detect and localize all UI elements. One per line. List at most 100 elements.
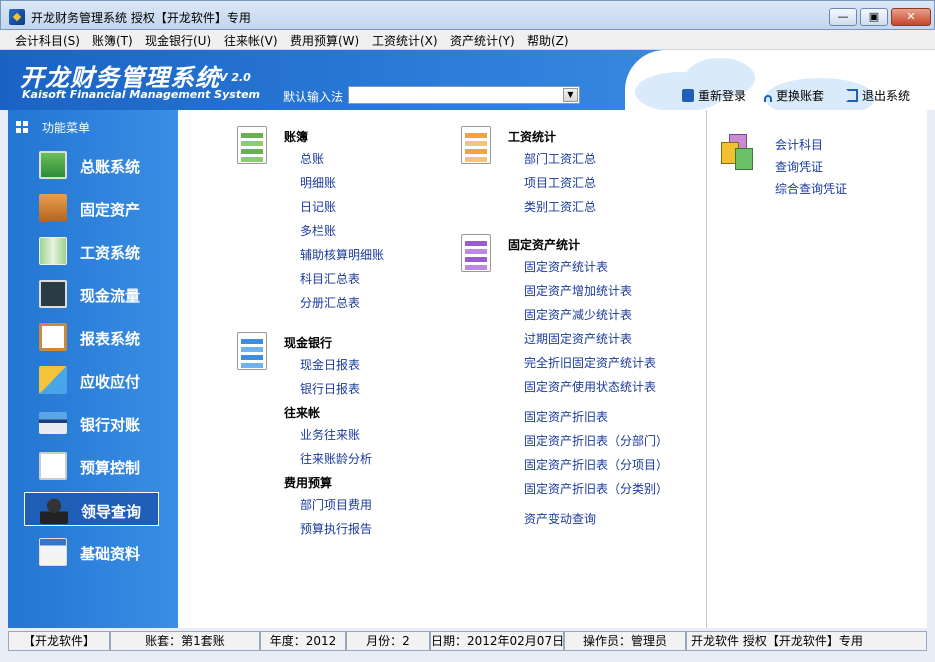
menu-bar: 会计科目(S) 账簿(T) 现金银行(U) 往来帐(V) 费用预算(W) 工资统… (0, 30, 935, 50)
close-button[interactable]: ✕ (891, 8, 931, 26)
receivable-icon (39, 366, 67, 394)
window-title: 开龙财务管理系统 授权【开龙软件】专用 (31, 11, 251, 25)
menu-arap[interactable]: 往来帐(V) (224, 32, 278, 49)
link-asset-expired[interactable]: 过期固定资产统计表 (524, 330, 632, 347)
link-subject-summary[interactable]: 科目汇总表 (300, 270, 360, 287)
main-panel: 账簿 总账 明细账 日记账 多栏账 辅助核算明细账 科目汇总表 分册汇总表 现金… (178, 110, 706, 628)
status-account-set: 账套：第1套账 (110, 631, 260, 651)
leader-query-icon (40, 496, 68, 524)
cabinet-icon (39, 194, 67, 222)
sidebar-item-general-ledger[interactable]: 总账系统 (24, 148, 159, 182)
brand-english: Kaisoft Financial Management System (22, 88, 260, 101)
link-account-subjects[interactable]: 会计科目 (775, 136, 823, 153)
base-data-icon (39, 538, 67, 566)
budget-chart-icon (39, 452, 67, 480)
link-asset-increase[interactable]: 固定资产增加统计表 (524, 282, 632, 299)
link-asset-change-query[interactable]: 资产变动查询 (524, 510, 596, 527)
link-dept-project-expense[interactable]: 部门项目费用 (300, 496, 372, 513)
link-volume-summary[interactable]: 分册汇总表 (300, 294, 360, 311)
window-edge (927, 110, 935, 628)
dropdown-arrow-icon[interactable]: ▼ (563, 88, 578, 102)
link-detail-ledger[interactable]: 明细账 (300, 174, 336, 191)
salary-group-icon (461, 126, 491, 164)
link-asset-usage-status[interactable]: 固定资产使用状态统计表 (524, 378, 656, 395)
sidebar-item-receivable-payable[interactable]: 应收应付 (24, 363, 159, 397)
menu-ledger[interactable]: 账簿(T) (92, 32, 133, 49)
brand-version: V 2.0 (219, 71, 251, 84)
expense-group-title: 费用预算 (284, 476, 333, 490)
sidebar-item-fixed-assets[interactable]: 固定资产 (24, 191, 159, 225)
status-month: 月份：2 (346, 631, 430, 651)
link-cash-daily[interactable]: 现金日报表 (300, 356, 360, 373)
link-journal[interactable]: 日记账 (300, 198, 336, 215)
status-company: 【开龙软件】 (8, 631, 110, 651)
sidebar-item-leader-query[interactable]: 领导查询 (24, 492, 159, 526)
sidebar-item-cash-flow[interactable]: 现金流量 (24, 277, 159, 311)
ime-dropdown[interactable]: ▼ (348, 86, 580, 104)
link-project-salary[interactable]: 项目工资汇总 (524, 174, 596, 191)
link-auxiliary-detail[interactable]: 辅助核算明细账 (300, 246, 384, 263)
link-combined-query-voucher[interactable]: 综合查询凭证 (775, 180, 847, 197)
vouchers-icon (721, 134, 757, 170)
link-asset-fully-depreciated[interactable]: 完全折旧固定资产统计表 (524, 354, 656, 371)
quick-panel: 会计科目 查询凭证 综合查询凭证 (706, 110, 927, 628)
status-bar: 【开龙软件】 账套：第1套账 年度：2012 月份：2 日期：2012年02月0… (0, 628, 935, 662)
link-multi-column-ledger[interactable]: 多栏账 (300, 222, 336, 239)
exit-system-button[interactable]: 退出系统 (846, 87, 910, 104)
link-business-arap[interactable]: 业务往来账 (300, 426, 360, 443)
sidebar-item-bank-reconcile[interactable]: 银行对账 (24, 406, 159, 440)
status-license: 开龙软件 授权【开龙软件】专用 (686, 631, 927, 651)
app-icon (9, 9, 25, 25)
ime-label: 默认输入法 (283, 90, 344, 104)
key-icon (764, 95, 772, 102)
title-bar: 开龙财务管理系统 授权【开龙软件】专用 — ▣ ✕ (0, 0, 935, 30)
ledger-icon (39, 151, 67, 179)
menu-cash-bank[interactable]: 现金银行(U) (145, 32, 211, 49)
status-operator: 操作员：管理员 (564, 631, 686, 651)
link-depreciation[interactable]: 固定资产折旧表 (524, 408, 608, 425)
cash-group-title: 现金银行 (284, 336, 333, 350)
relogin-icon (682, 89, 694, 102)
menu-accounts[interactable]: 会计科目(S) (15, 32, 80, 49)
relogin-button[interactable]: 重新登录 (682, 87, 746, 104)
menu-help[interactable]: 帮助(Z) (527, 32, 569, 49)
minimize-button[interactable]: — (829, 8, 857, 26)
link-bank-daily[interactable]: 银行日报表 (300, 380, 360, 397)
cash-group-icon (237, 332, 267, 370)
sidebar-item-salary[interactable]: 工资系统 (24, 234, 159, 268)
salary-group-title: 工资统计 (508, 130, 557, 144)
salary-icon (39, 237, 67, 265)
ledger-group-title: 账簿 (284, 130, 309, 144)
exit-icon (846, 89, 858, 102)
menu-assets[interactable]: 资产统计(Y) (450, 32, 515, 49)
cashflow-icon (39, 280, 67, 308)
link-asset-decrease[interactable]: 固定资产减少统计表 (524, 306, 632, 323)
sidebar-item-reports[interactable]: 报表系统 (24, 320, 159, 354)
assets-group-icon (461, 234, 491, 272)
arap-group-title: 往来帐 (284, 406, 321, 420)
link-query-voucher[interactable]: 查询凭证 (775, 158, 823, 175)
switch-account-button[interactable]: 更换账套 (764, 87, 824, 104)
link-budget-execution[interactable]: 预算执行报告 (300, 520, 372, 537)
link-category-salary[interactable]: 类别工资汇总 (524, 198, 596, 215)
maximize-button[interactable]: ▣ (860, 8, 888, 26)
link-depreciation-by-category[interactable]: 固定资产折旧表（分类别） (524, 480, 668, 497)
header-banner: 开龙财务管理系统 V 2.0 Kaisoft Financial Managem… (0, 50, 935, 110)
link-depreciation-by-project[interactable]: 固定资产折旧表（分项目） (524, 456, 668, 473)
link-asset-stats[interactable]: 固定资产统计表 (524, 258, 608, 275)
bank-card-icon (39, 412, 67, 434)
grid-icon (16, 121, 28, 133)
menu-expense[interactable]: 费用预算(W) (290, 32, 359, 49)
menu-salary[interactable]: 工资统计(X) (372, 32, 438, 49)
function-menu-header: 功能菜单 (16, 119, 90, 136)
link-dept-salary[interactable]: 部门工资汇总 (524, 150, 596, 167)
link-depreciation-by-dept[interactable]: 固定资产折旧表（分部门） (524, 432, 668, 449)
ledger-group-icon (237, 126, 267, 164)
function-menu: 功能菜单 总账系统 固定资产 工资系统 现金流量 报表系统 应收应付 银行对账 … (8, 110, 178, 628)
status-date: 日期：2012年02月07日 (430, 631, 564, 651)
sidebar-item-base-data[interactable]: 基础资料 (24, 535, 159, 569)
sidebar-item-budget-control[interactable]: 预算控制 (24, 449, 159, 483)
status-year: 年度：2012 (260, 631, 346, 651)
link-general-ledger[interactable]: 总账 (300, 150, 324, 167)
link-aging-analysis[interactable]: 往来账龄分析 (300, 450, 372, 467)
